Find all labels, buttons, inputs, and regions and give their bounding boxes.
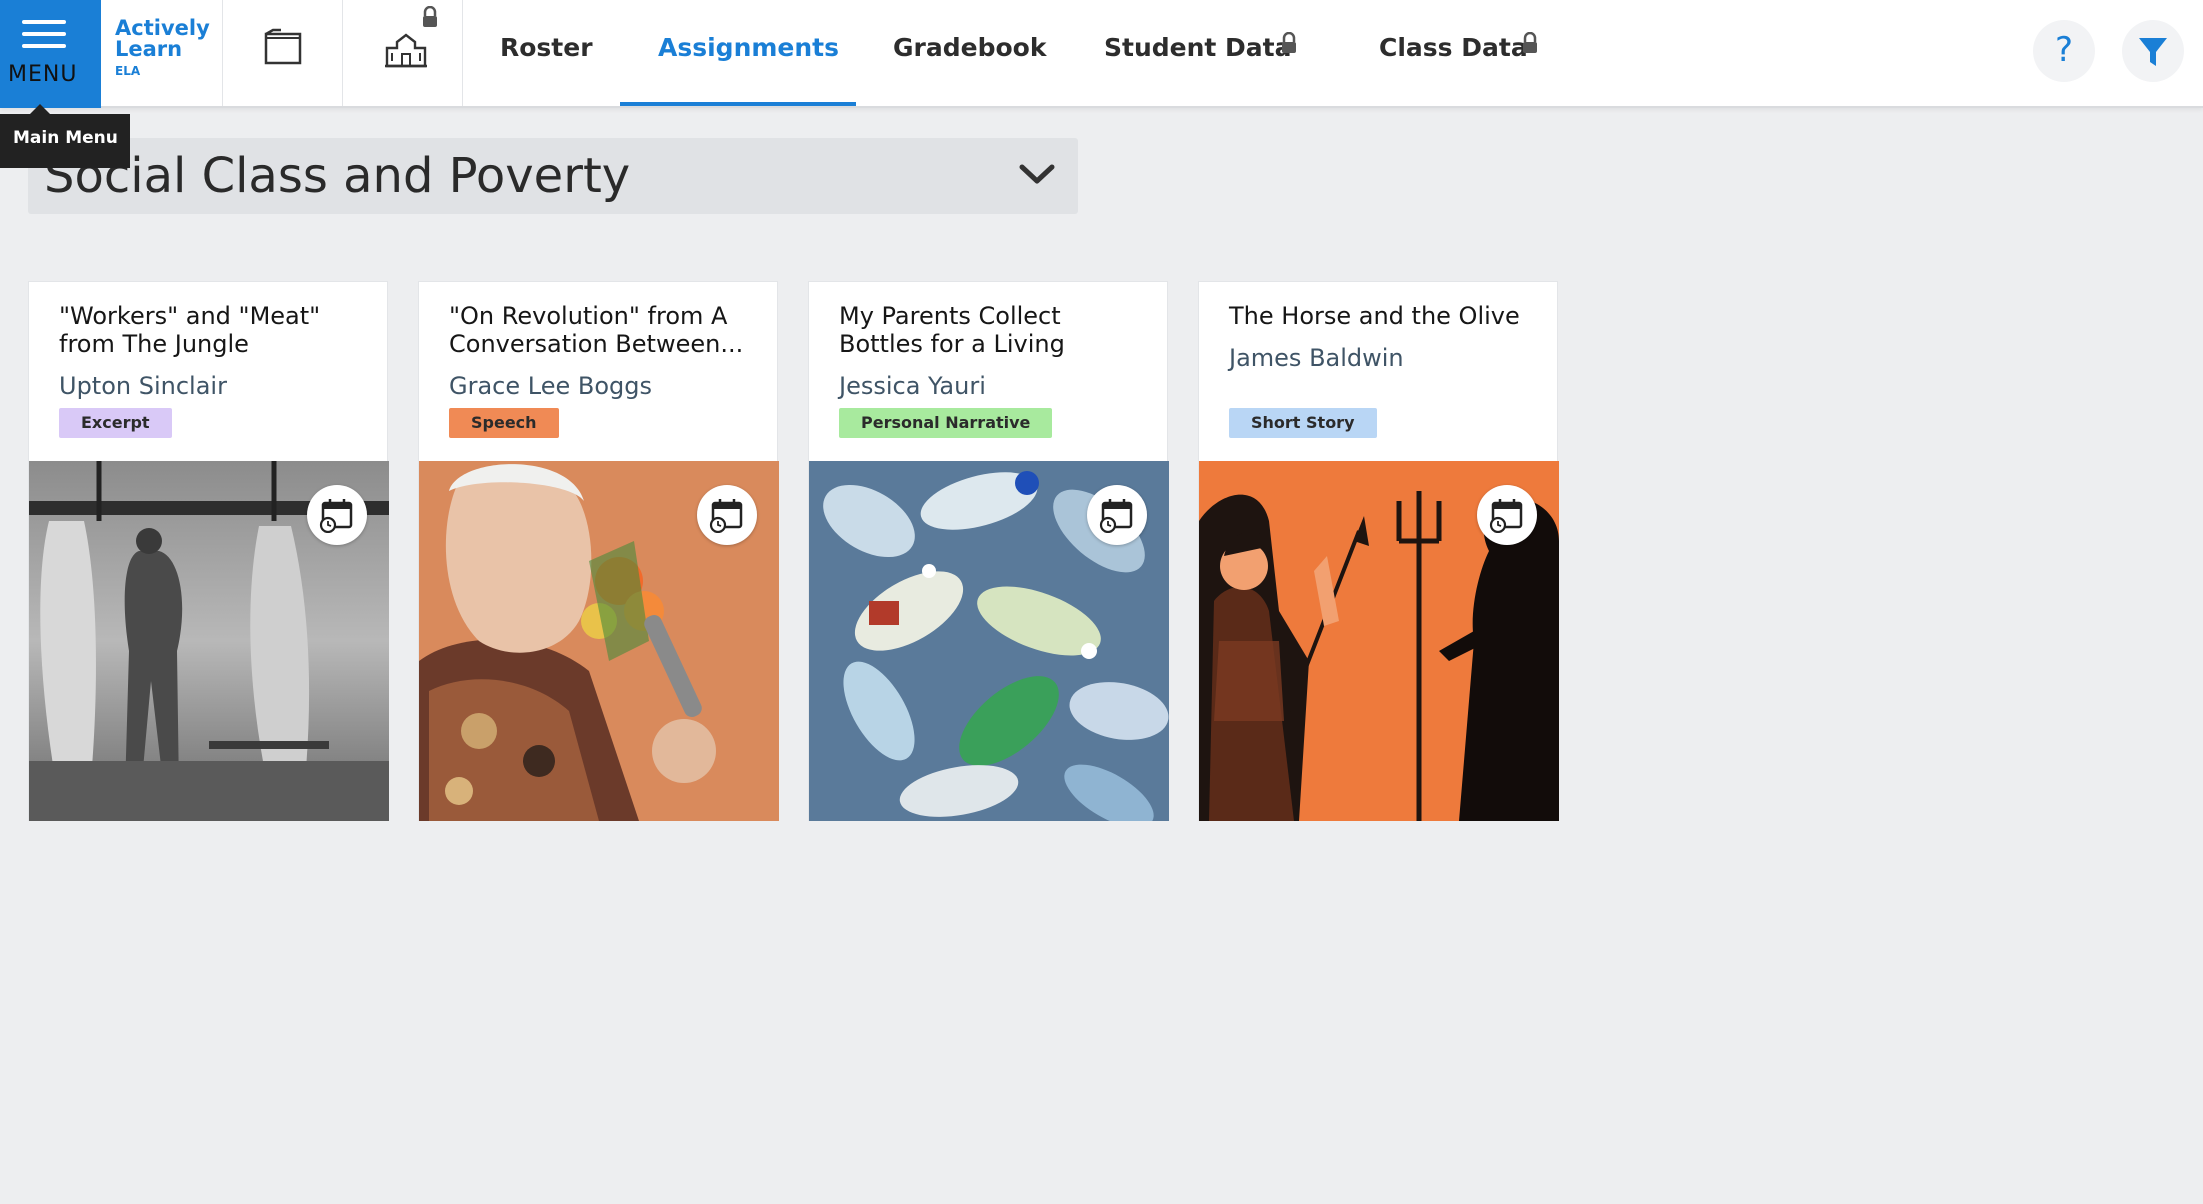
schedule-button[interactable] [307, 485, 367, 545]
card-title-line1: The Horse and the Olive [1229, 302, 1520, 330]
logo-subject: ELA [115, 64, 141, 78]
card-author: James Baldwin [1229, 344, 1404, 372]
logo-line2: Learn [115, 37, 183, 61]
tab-class-data-label: Class Data [1379, 33, 1528, 62]
hamburger-icon [22, 20, 66, 56]
unit-title: Social Class and Poverty [44, 148, 631, 204]
card-author: Jessica Yauri [839, 372, 986, 400]
card-title-line2: from The Jungle [59, 330, 249, 358]
schedule-button[interactable] [1087, 485, 1147, 545]
card-title-line2: Conversation Between... [449, 330, 744, 358]
tab-class-data[interactable]: Class Data [1379, 0, 1537, 106]
unit-selector-dropdown[interactable]: Social Class and Poverty [28, 138, 1078, 214]
tooltip-arrow [30, 104, 50, 114]
help-icon: ? [2054, 30, 2074, 70]
card-title-line1: "Workers" and "Meat" [59, 302, 321, 330]
schedule-button[interactable] [697, 485, 757, 545]
main-menu-button[interactable]: MENU [0, 0, 101, 108]
card-title: The Horse and the Olive [1229, 302, 1539, 330]
card-title-line2: Bottles for a Living [839, 330, 1065, 358]
card-title-line1: "On Revolution" from A [449, 302, 728, 330]
lock-icon [423, 6, 437, 27]
school-icon [385, 33, 427, 68]
card-title: "Workers" and "Meat" from The Jungle [59, 302, 369, 358]
card-title-line1: My Parents Collect [839, 302, 1061, 330]
genre-tag: Personal Narrative [839, 408, 1053, 438]
card-thumbnail [809, 461, 1169, 821]
tab-gradebook[interactable]: Gradebook [893, 0, 1046, 106]
tab-roster[interactable]: Roster [500, 0, 593, 106]
card-thumbnail [1199, 461, 1559, 821]
lock-icon [1282, 32, 1296, 53]
tab-student-data[interactable]: Student Data [1104, 0, 1296, 106]
filter-icon [2139, 38, 2167, 66]
calendar-clock-icon [1489, 499, 1523, 533]
card-title: "On Revolution" from A Conversation Betw… [449, 302, 759, 358]
help-button[interactable]: ? [2033, 20, 2095, 82]
assignment-card[interactable]: My Parents Collect Bottles for a Living … [808, 281, 1169, 821]
top-nav-bar: MENU Actively Learn ELA Roster Assignmen… [0, 0, 2203, 108]
active-tab-indicator [620, 102, 856, 106]
calendar-clock-icon [709, 499, 743, 533]
genre-tag: Short Story [1229, 408, 1377, 438]
card-title: My Parents Collect Bottles for a Living [839, 302, 1149, 358]
card-author: Upton Sinclair [59, 372, 227, 400]
schedule-button[interactable] [1477, 485, 1537, 545]
card-author: Grace Lee Boggs [449, 372, 652, 400]
genre-tag: Excerpt [59, 408, 172, 438]
assignment-card[interactable]: The Horse and the Olive James Baldwin Sh… [1198, 281, 1559, 821]
folder-icon [264, 28, 302, 65]
actively-learn-logo[interactable]: Actively Learn ELA [101, 0, 223, 106]
assignment-card[interactable]: "Workers" and "Meat" from The Jungle Upt… [28, 281, 389, 821]
card-thumbnail [419, 461, 779, 821]
library-tab[interactable] [223, 0, 343, 106]
main-menu-tooltip: Main Menu [0, 114, 130, 168]
filter-button[interactable] [2122, 20, 2184, 82]
menu-label: MENU [8, 62, 78, 87]
tab-assignments[interactable]: Assignments [658, 0, 839, 106]
genre-tag: Speech [449, 408, 559, 438]
calendar-clock-icon [319, 499, 353, 533]
lock-icon [1523, 32, 1537, 53]
assignment-card[interactable]: "On Revolution" from A Conversation Betw… [418, 281, 779, 821]
school-tab[interactable] [343, 0, 463, 106]
calendar-clock-icon [1099, 499, 1133, 533]
tab-student-data-label: Student Data [1104, 33, 1292, 62]
chevron-down-icon [1019, 164, 1055, 184]
card-thumbnail [29, 461, 389, 821]
